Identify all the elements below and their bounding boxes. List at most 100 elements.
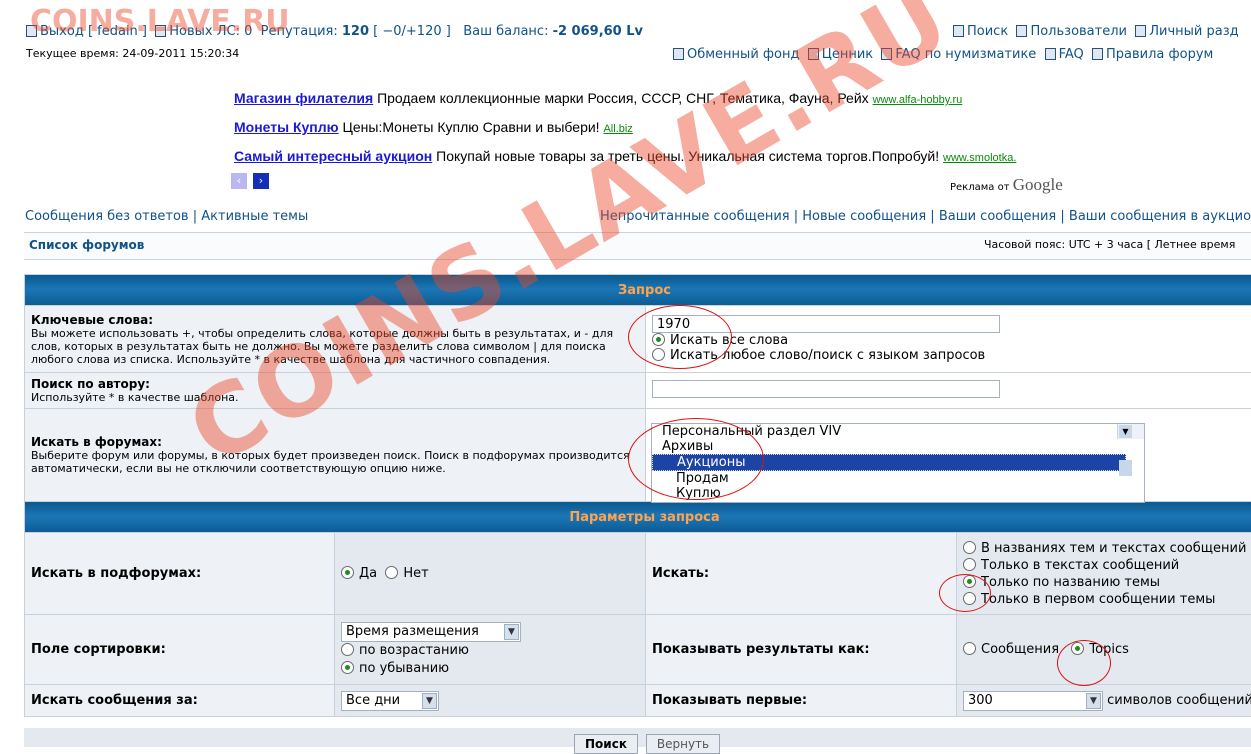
forums-help: Выберите форум или форумы, в которых буд… <box>31 449 630 475</box>
your-auction-posts-link[interactable]: Ваши сообщения в аукцион <box>1069 209 1251 224</box>
ad-item[interactable]: Монеты Куплю Цены:Монеты Куплю Сравни и … <box>234 119 633 135</box>
sort-desc-radio[interactable] <box>341 661 354 674</box>
forum-rules-link[interactable]: Правила форум <box>1106 47 1213 62</box>
author-input[interactable] <box>652 380 1000 398</box>
faq-link[interactable]: FAQ <box>1059 47 1084 62</box>
subforums-yes-radio[interactable] <box>341 566 354 579</box>
forum-option[interactable]: Продам <box>652 471 1144 486</box>
chevron-down-icon: ▼ <box>504 624 519 640</box>
keywords-input[interactable]: 1970 <box>652 315 1000 333</box>
ad-url[interactable]: www.smolotka. <box>943 152 1016 164</box>
reputation-value: 120 <box>342 24 369 39</box>
chevron-down-icon: ▼ <box>422 693 437 709</box>
chars-suffix: символов сообщений <box>1107 693 1251 708</box>
logout-icon <box>26 25 37 37</box>
ads-by-label: Реклама от <box>950 182 1010 193</box>
show-first-cell: 300▼ символов сообщений <box>957 685 1251 717</box>
search-in-option-label: В названиях тем и текстах сообщений <box>981 541 1246 556</box>
scroll-thumb[interactable] <box>1119 460 1132 476</box>
forums-label-cell: Искать в форумах: Выберите форум или фор… <box>25 409 646 502</box>
ad-item[interactable]: Магазин филателия Продаем коллекционные … <box>234 90 962 106</box>
search-in-radio[interactable] <box>963 592 976 605</box>
search-in-label: Искать: <box>646 533 957 615</box>
ad-text: Цены:Монеты Куплю Сравни и выбери! <box>343 119 600 135</box>
unanswered-link[interactable]: Сообщения без ответов <box>25 209 189 224</box>
ad-next-button[interactable]: › <box>253 173 269 189</box>
section-title: Запрос <box>25 275 1251 306</box>
unread-link[interactable]: Непрочитанные сообщения <box>600 209 790 224</box>
sort-desc-label: по убыванию <box>359 661 449 676</box>
forum-listbox[interactable]: Персональный раздел VIV Архивы Аукционы … <box>651 423 1145 503</box>
scroll-down-icon[interactable]: ▼ <box>1119 425 1132 438</box>
nav-right: Непрочитанные сообщения | Новые сообщени… <box>600 209 1251 224</box>
ads-by-google[interactable]: Реклама от Google <box>950 175 1063 195</box>
sort-field-select[interactable]: Время размещения▼ <box>341 622 521 642</box>
search-in-option-label: Только в первом сообщении темы <box>981 592 1215 607</box>
faq-icon <box>881 48 892 60</box>
show-topics-radio[interactable] <box>1071 642 1084 655</box>
sort-label: Поле сортировки: <box>25 615 335 685</box>
timezone-text: Часовой пояс: UTC + 3 часа [ Летнее врем… <box>984 238 1235 251</box>
forum-option[interactable]: Персональный раздел VIV <box>652 424 1144 439</box>
search-submit-button[interactable]: Поиск <box>574 734 638 754</box>
rules-icon <box>1092 48 1103 60</box>
show-first-select[interactable]: 300▼ <box>963 691 1103 711</box>
ad-item[interactable]: Самый интересный аукцион Покупай новые т… <box>234 148 1016 164</box>
search-in-radio[interactable] <box>963 541 976 554</box>
keywords-help: Вы можете использовать +, чтобы определи… <box>31 327 613 366</box>
exchange-fund-link[interactable]: Обменный фонд <box>687 47 799 62</box>
forum-option[interactable]: Архивы <box>652 439 1144 454</box>
terms-all-radio[interactable] <box>652 333 665 346</box>
forum-option[interactable]: Куплю <box>652 486 1144 501</box>
period-cell: Все дни▼ <box>335 685 646 717</box>
active-topics-link[interactable]: Активные темы <box>201 209 308 224</box>
reputation-label: Репутация: <box>261 24 338 39</box>
search-in-radio[interactable] <box>963 575 976 588</box>
subforums-yes-label: Да <box>359 566 377 581</box>
ad-url[interactable]: www.alfa-hobby.ru <box>873 94 963 106</box>
ad-title[interactable]: Магазин филателия <box>234 90 373 106</box>
listbox-scrollbar[interactable]: ▲ ▼ <box>1117 424 1144 439</box>
faq-icon <box>1045 48 1056 60</box>
sort-options: Время размещения▼ по возрастанию по убыв… <box>335 615 646 685</box>
ad-text: Покупай новые товары за треть цены. Уник… <box>436 148 939 164</box>
search-in-option-label: Только в текстах сообщений <box>981 558 1179 573</box>
author-input-cell <box>646 373 1251 409</box>
ad-prev-button[interactable]: ‹ <box>231 173 247 189</box>
ad-title[interactable]: Самый интересный аукцион <box>234 148 432 164</box>
reputation-detail-link[interactable]: [ −0/+120 ] <box>373 24 451 39</box>
your-posts-link[interactable]: Ваши сообщения <box>939 209 1056 224</box>
new-posts-link[interactable]: Новые сообщения <box>802 209 926 224</box>
reset-button[interactable]: Вернуть <box>646 734 720 754</box>
ad-title[interactable]: Монеты Куплю <box>234 119 339 135</box>
period-select[interactable]: Все дни▼ <box>341 691 439 711</box>
show-as-label: Показывать результаты как: <box>646 615 957 685</box>
users-link[interactable]: Пользователи <box>1030 24 1127 39</box>
logout-link[interactable]: Выход [ fedain ] <box>40 24 147 39</box>
show-first-label: Показывать первые: <box>646 685 957 717</box>
message-icon <box>155 25 166 37</box>
search-icon <box>953 25 964 37</box>
sort-asc-radio[interactable] <box>341 643 354 656</box>
price-icon <box>808 48 819 60</box>
show-posts-label: Сообщения <box>981 642 1059 657</box>
keywords-input-cell: 1970 Искать все слова Искать любое слово… <box>646 306 1251 373</box>
subforums-no-radio[interactable] <box>385 566 398 579</box>
terms-any-radio[interactable] <box>652 348 665 361</box>
search-in-radio[interactable] <box>963 558 976 571</box>
show-posts-radio[interactable] <box>963 642 976 655</box>
google-logo: Google <box>1013 175 1063 194</box>
balance-value: -2 069,60 Lv <box>553 24 643 39</box>
price-list-link[interactable]: Ценник <box>822 47 873 62</box>
new-pm-link[interactable]: Новых ЛС: 0 <box>169 24 252 39</box>
subforums-options: Да Нет <box>335 533 646 615</box>
personal-section-link[interactable]: Личный разд <box>1149 24 1238 39</box>
top-links-row1: Поиск Пользователи Личный разд <box>953 24 1239 39</box>
search-in-option-label: Только по названию темы <box>981 575 1160 590</box>
top-links-row2: Обменный фонд Ценник FAQ по нумизматике … <box>673 47 1213 62</box>
faq-numismatics-link[interactable]: FAQ по нумизматике <box>895 47 1036 62</box>
search-link[interactable]: Поиск <box>967 24 1008 39</box>
ad-url[interactable]: All.biz <box>603 123 632 135</box>
forum-option-selected[interactable]: Аукционы <box>652 454 1126 471</box>
breadcrumb[interactable]: Список форумов <box>29 238 144 252</box>
